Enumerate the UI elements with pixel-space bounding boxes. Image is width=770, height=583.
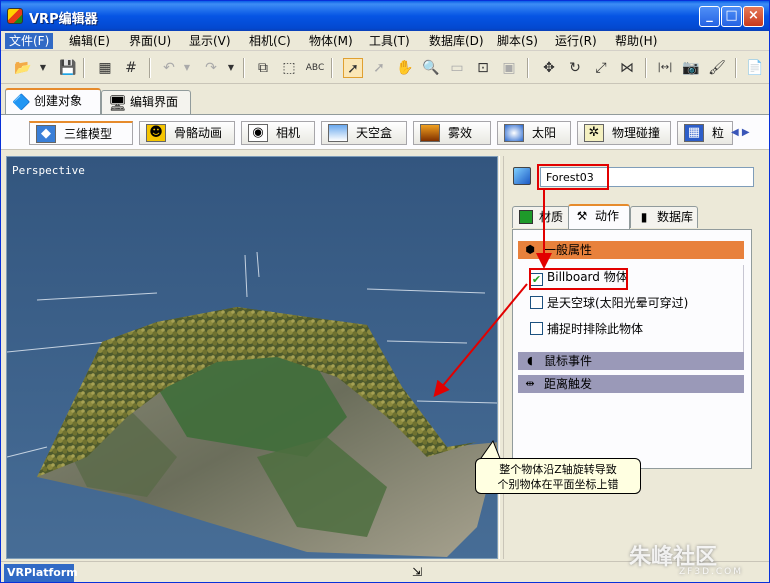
callout-line-1: 整个物体沿Z轴旋转导致 xyxy=(499,463,617,476)
watermark-logo: 朱峰社区 ZF3D.COM xyxy=(629,539,769,581)
watermark-sub: ZF3D.COM xyxy=(679,567,743,577)
status-platform: VRPlatform xyxy=(4,564,78,582)
annotation-arrows xyxy=(433,190,552,462)
callout-line-2: 个别物体在平面坐标上错 xyxy=(497,478,619,491)
status-sync-icon[interactable]: ⇲ xyxy=(409,565,425,581)
app-window: VRP编辑器 _ □ × 文件(F) 编辑(E) 界面(U) 显示(V) 相机(… xyxy=(0,0,770,583)
annotation-callout: 整个物体沿Z轴旋转导致 个别物体在平面坐标上错 xyxy=(475,458,641,494)
